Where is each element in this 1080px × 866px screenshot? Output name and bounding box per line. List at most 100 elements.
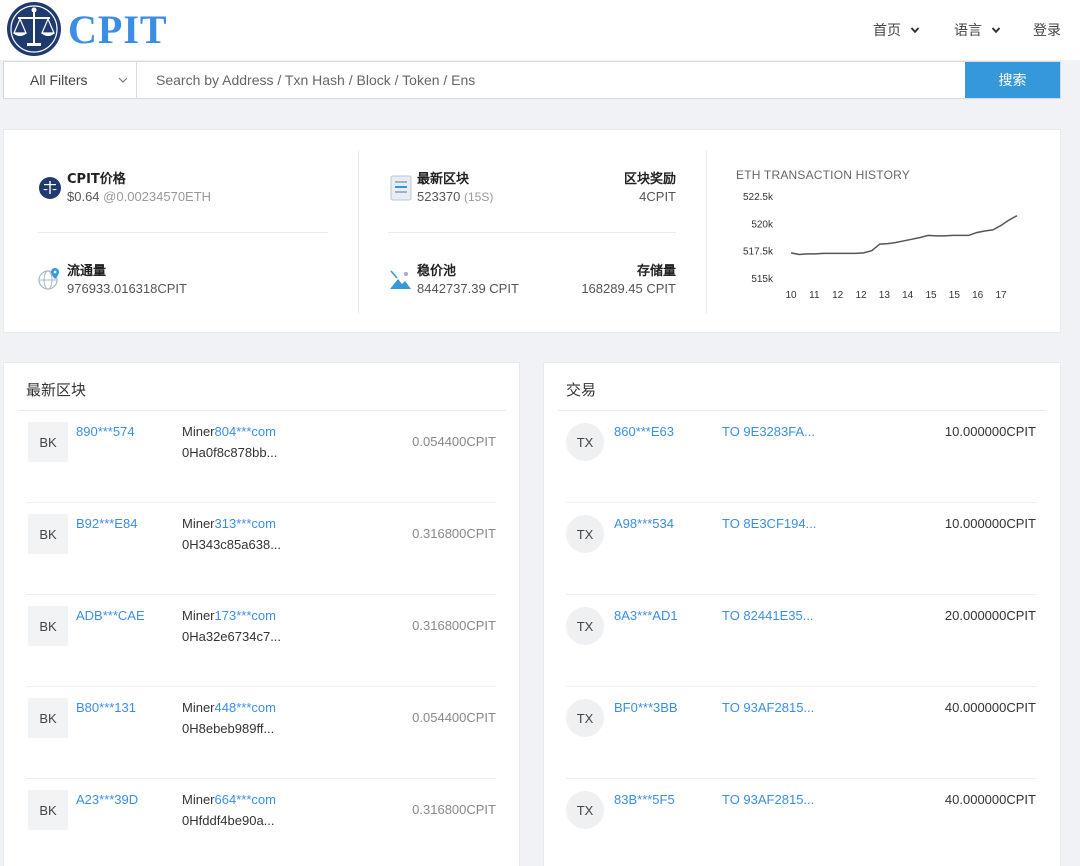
globe-pin-icon — [38, 268, 59, 290]
latest-block-value: 523370 (15S) — [417, 189, 493, 204]
tx-badge: TX — [566, 699, 604, 737]
tx-to-link[interactable]: TO 9E3283FA... — [722, 424, 815, 439]
list-item: TX 83B***5F5 TO 93AF2815... 40.000000CPIT — [566, 779, 1036, 866]
x-tick-label: 13 — [879, 290, 891, 301]
block-reward-amount: 0.054400CPIT — [412, 710, 496, 725]
tx-id-link[interactable]: 860***E63 — [614, 424, 674, 439]
tx-badge: TX — [566, 607, 604, 645]
filter-label: All Filters — [30, 72, 88, 88]
block-id-link[interactable]: 890***574 — [76, 424, 135, 439]
stats-card: CPIT价格 $0.64 @0.00234570ETH 流通量 976933.0… — [3, 129, 1061, 333]
nav-language[interactable]: 语言 — [954, 20, 1001, 40]
search-input[interactable] — [142, 62, 962, 98]
miner-link[interactable]: 173***com — [215, 608, 276, 623]
miner-prefix: Miner — [182, 608, 215, 623]
panel-title: 最新区块 — [26, 381, 87, 399]
block-id-link[interactable]: ADB***CAE — [76, 608, 145, 623]
y-tick-label: 515k — [751, 274, 774, 285]
list-item: TX BF0***3BB TO 93AF2815... 40.000000CPIT — [566, 687, 1036, 779]
block-hash: 0H8ebeb989ff... — [182, 721, 275, 736]
coin-icon — [39, 177, 61, 199]
latest-blocks-panel: 最新区块 BK 890***574 Miner804***com 0Ha0f8c878… — [3, 362, 520, 866]
tx-to-link[interactable]: TO 82441E35... — [722, 608, 814, 623]
miner-label: Miner664***com — [182, 792, 276, 807]
block-hash: 0Ha32e6734c7... — [182, 629, 282, 644]
document-icon — [390, 175, 412, 201]
chevron-down-icon — [991, 27, 1001, 34]
list-item: TX 8A3***AD1 TO 82441E35... 20.000000CPIT — [566, 595, 1036, 687]
x-tick-label: 10 — [785, 290, 797, 301]
stable-pool-title: 稳价池 — [417, 264, 457, 279]
tx-id-link[interactable]: 83B***5F5 — [614, 792, 675, 807]
list-item: BK ADB***CAE Miner173***com 0Ha32e6734c7...… — [26, 595, 496, 687]
block-reward-amount: 0.316800CPIT — [412, 618, 496, 633]
list-item: BK B92***E84 Miner313***com 0H343c85a638...… — [26, 503, 496, 595]
block-reward-amount: 0.054400CPIT — [412, 434, 496, 449]
tx-to-link[interactable]: TO 93AF2815... — [722, 700, 814, 715]
divider — [706, 150, 707, 314]
tx-to-link[interactable]: TO 8E3CF194... — [722, 516, 816, 531]
x-tick-label: 11 — [809, 290, 820, 301]
tx-badge: TX — [566, 791, 604, 829]
price-eth: @0.00234570ETH — [103, 189, 212, 204]
latest-block-title: 最新区块 — [417, 172, 470, 187]
series-line — [790, 215, 1018, 256]
divider — [388, 232, 676, 233]
divider — [358, 150, 359, 314]
miner-link[interactable]: 448***com — [215, 700, 276, 715]
tx-badge: TX — [566, 515, 604, 553]
miner-prefix: Miner — [182, 424, 215, 439]
tx-id-link[interactable]: BF0***3BB — [614, 700, 678, 715]
list-item: BK 890***574 Miner804***com 0Ha0f8c878bb...… — [26, 411, 496, 503]
miner-prefix: Miner — [182, 792, 215, 807]
miner-link[interactable]: 313***com — [215, 516, 276, 531]
price-title: CPIT价格 — [67, 172, 126, 187]
x-tick-label: 12 — [832, 290, 844, 301]
y-tick-label: 522.5k — [743, 192, 774, 203]
miner-label: Miner173***com — [182, 608, 276, 623]
y-tick-label: 520k — [751, 219, 774, 230]
list-item: TX A98***534 TO 8E3CF194... 10.000000CPIT — [566, 503, 1036, 595]
tx-amount: 10.000000CPIT — [944, 516, 1036, 531]
search-button[interactable]: 搜索 — [965, 62, 1060, 98]
supply-title: 流通量 — [67, 264, 107, 279]
nav-login[interactable]: 登录 — [1033, 20, 1061, 40]
transaction-history-chart: 522.5k 520k 517.5k 515k 10 11 12 12 13 14 15 15 16 17 — [743, 192, 1018, 301]
tx-id-link[interactable]: 8A3***AD1 — [614, 608, 678, 623]
panel-title: 交易 — [566, 381, 597, 399]
filter-select[interactable]: All Filters — [4, 62, 137, 98]
block-hash: 0Hfddf4be90a... — [182, 813, 275, 828]
miner-prefix: Miner — [182, 700, 215, 715]
nav-language-label: 语言 — [954, 22, 982, 38]
block-id-link[interactable]: B80***131 — [76, 700, 136, 715]
brand-name[interactable]: CPIT — [68, 6, 168, 53]
block-hash: 0Ha0f8c878bb... — [182, 445, 278, 460]
price-value: $0.64 @0.00234570ETH — [67, 189, 211, 204]
chevron-down-icon — [910, 27, 920, 34]
list-item: BK A23***39D Miner664***com 0Hfddf4be90a...… — [26, 779, 496, 866]
nav-home[interactable]: 首页 — [873, 20, 920, 40]
x-tick-label: 17 — [995, 290, 1007, 301]
chart-title: ETH TRANSACTION HISTORY — [736, 168, 910, 182]
tx-amount: 40.000000CPIT — [944, 792, 1036, 807]
block-reward-amount: 0.316800CPIT — [412, 526, 496, 541]
miner-label: Miner804***com — [182, 424, 276, 439]
storage-value: 168289.45 CPIT — [581, 281, 676, 296]
logo-icon[interactable] — [6, 1, 62, 57]
block-id-link[interactable]: B92***E84 — [76, 516, 137, 531]
miner-link[interactable]: 664***com — [215, 792, 276, 807]
x-tick-label: 12 — [855, 290, 867, 301]
tx-amount: 10.000000CPIT — [944, 424, 1036, 439]
miner-label: Miner448***com — [182, 700, 276, 715]
latest-block-number: 523370 — [417, 189, 461, 204]
block-badge: BK — [28, 698, 68, 738]
tx-to-link[interactable]: TO 93AF2815... — [722, 792, 814, 807]
miner-link[interactable]: 804***com — [215, 424, 276, 439]
tx-id-link[interactable]: A98***534 — [614, 516, 674, 531]
block-badge: BK — [28, 606, 68, 646]
x-tick-label: 15 — [925, 290, 937, 301]
block-id-link[interactable]: A23***39D — [76, 792, 138, 807]
block-reward-amount: 0.316800CPIT — [412, 802, 496, 817]
tx-amount: 40.000000CPIT — [944, 700, 1036, 715]
nav-home-label: 首页 — [873, 22, 901, 38]
